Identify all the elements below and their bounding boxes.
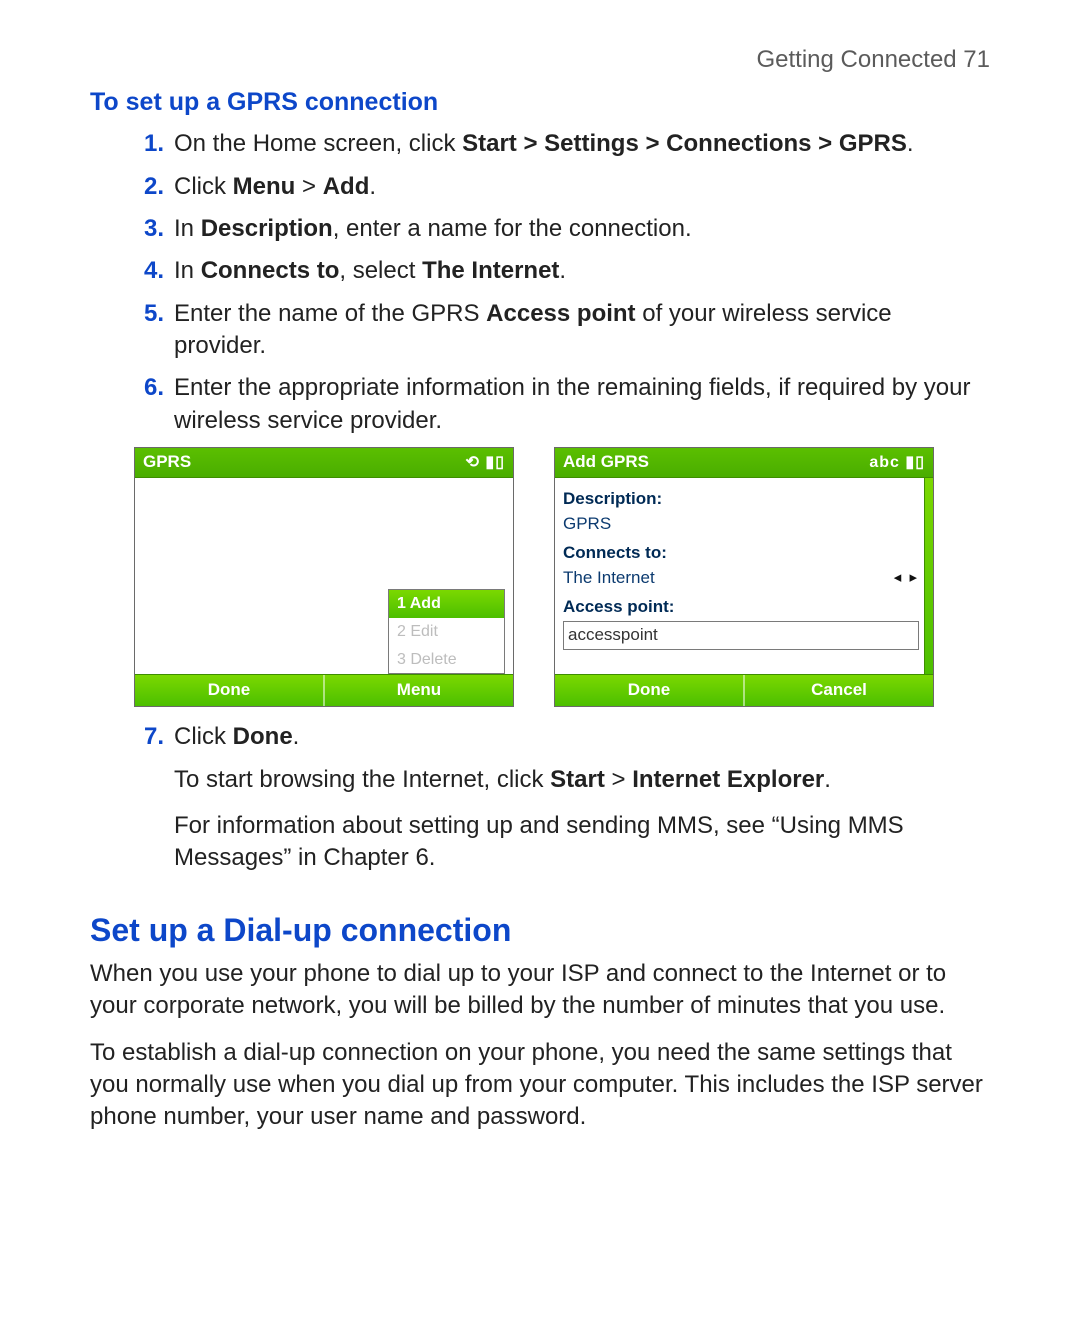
- phone-title: Add GPRS: [563, 451, 649, 474]
- input-access-point[interactable]: accesspoint: [563, 621, 919, 650]
- phone-body: Description: GPRS Connects to: The Inter…: [555, 478, 933, 674]
- step-6: 6. Enter the appropriate information in …: [134, 372, 990, 437]
- dialup-para-1: When you use your phone to dial up to yo…: [90, 958, 990, 1023]
- subheading-gprs: To set up a GPRS connection: [90, 86, 990, 120]
- context-menu: 1 Add 2 Edit 3 Delete: [388, 589, 505, 674]
- manual-page: Getting Connected 71 To set up a GPRS co…: [0, 0, 1080, 1208]
- menu-item-add[interactable]: 1 Add: [389, 590, 504, 618]
- step-text: Enter the name of the GPRS Access point …: [174, 300, 892, 359]
- signal-icon: abc ▮▯: [869, 452, 925, 474]
- step-text: In Connects to, select The Internet.: [174, 257, 566, 284]
- heading-dialup: Set up a Dial-up connection: [90, 909, 990, 952]
- phone-title-bar: GPRS ⟲ ▮▯: [135, 448, 513, 478]
- softkey-done[interactable]: Done: [135, 675, 323, 706]
- step-number: 5.: [134, 298, 164, 330]
- softkey-done[interactable]: Done: [555, 675, 743, 706]
- step-number: 7.: [134, 721, 164, 753]
- value-description[interactable]: GPRS: [563, 513, 919, 536]
- scrollbar[interactable]: [924, 478, 933, 674]
- signal-icon: ⟲ ▮▯: [466, 452, 505, 474]
- phone-title: GPRS: [143, 451, 191, 474]
- step-text: Enter the appropriate information in the…: [174, 374, 970, 433]
- gprs-steps-1to6: 1. On the Home screen, click Start > Set…: [90, 128, 990, 437]
- dialup-para-2: To establish a dial-up connection on you…: [90, 1037, 990, 1134]
- menu-item-edit[interactable]: 2 Edit: [389, 618, 504, 646]
- step-number: 3.: [134, 213, 164, 245]
- step-3: 3. In Description, enter a name for the …: [134, 213, 990, 245]
- step-number: 6.: [134, 372, 164, 404]
- phone-add-gprs: Add GPRS abc ▮▯ Description: GPRS Connec…: [554, 447, 934, 707]
- step-1: 1. On the Home screen, click Start > Set…: [134, 128, 990, 160]
- value-connects-to[interactable]: The Internet ◂ ▸: [563, 567, 919, 590]
- menu-item-delete[interactable]: 3 Delete: [389, 646, 504, 674]
- step-7: 7. Click Done.: [134, 721, 990, 753]
- phone-gprs-menu: GPRS ⟲ ▮▯ 1 Add 2 Edit 3 Delete Done Men…: [134, 447, 514, 707]
- step-2: 2. Click Menu > Add.: [134, 171, 990, 203]
- step-number: 4.: [134, 255, 164, 287]
- step-4: 4. In Connects to, select The Internet.: [134, 255, 990, 287]
- para-start-ie: To start browsing the Internet, click St…: [90, 764, 990, 796]
- left-right-icon: ◂ ▸: [894, 568, 919, 588]
- step-text: Click Menu > Add.: [174, 173, 376, 200]
- label-access-point: Access point:: [563, 596, 919, 619]
- label-description: Description:: [563, 488, 919, 511]
- phone-title-bar: Add GPRS abc ▮▯: [555, 448, 933, 478]
- step-text: Click Done.: [174, 723, 299, 750]
- para-mms-ref: For information about setting up and sen…: [90, 810, 990, 875]
- phone-body: 1 Add 2 Edit 3 Delete: [135, 478, 513, 674]
- running-header: Getting Connected 71: [90, 44, 990, 76]
- softkey-bar: Done Menu: [135, 674, 513, 706]
- softkey-menu[interactable]: Menu: [325, 675, 513, 706]
- step-text: On the Home screen, click Start > Settin…: [174, 130, 914, 157]
- label-connects-to: Connects to:: [563, 542, 919, 565]
- softkey-bar: Done Cancel: [555, 674, 933, 706]
- phone-screenshots: GPRS ⟲ ▮▯ 1 Add 2 Edit 3 Delete Done Men…: [134, 447, 990, 707]
- step-text: In Description, enter a name for the con…: [174, 215, 692, 242]
- step-number: 1.: [134, 128, 164, 160]
- softkey-cancel[interactable]: Cancel: [745, 675, 933, 706]
- gprs-step-7: 7. Click Done.: [90, 721, 990, 753]
- step-5: 5. Enter the name of the GPRS Access poi…: [134, 298, 990, 363]
- step-number: 2.: [134, 171, 164, 203]
